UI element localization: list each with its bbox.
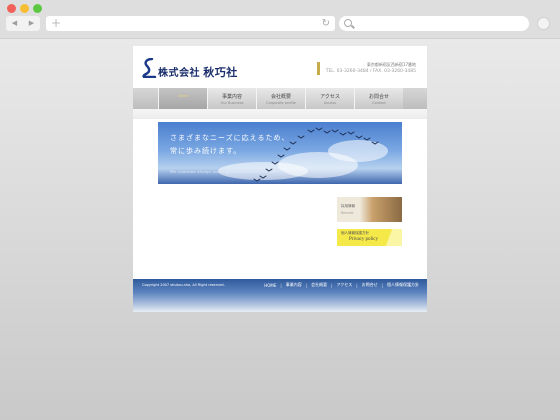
footer-link-business[interactable]: 事業内容 bbox=[286, 282, 302, 288]
search-field[interactable] bbox=[339, 16, 529, 31]
footer-separator: | bbox=[305, 282, 308, 288]
extension-icon[interactable] bbox=[537, 17, 550, 30]
company-name[interactable]: 株式会社 秋巧社 bbox=[158, 64, 238, 80]
new-tab-icon[interactable]: + bbox=[51, 16, 61, 31]
hero-tagline-en: We continue always walking it to meet va… bbox=[170, 169, 283, 174]
recruit-banner-en: Recruit bbox=[341, 211, 354, 215]
footer-nav: HOME | 事業内容 | 会社概要 | アクセス | お問合せ | 個人情報保… bbox=[264, 282, 419, 288]
nav-edge-right bbox=[403, 88, 427, 109]
nav-label-en: Home bbox=[177, 94, 189, 98]
hero-headline-2: 常に歩み続けます。 bbox=[170, 147, 242, 155]
company-tel-fax: TEL. 03-3260-3484 / FAX. 03-3260-3485 bbox=[325, 69, 416, 74]
web-page: 株式会社 秋巧社 東京都新宿区西新宿17番地 TEL. 03-3260-3484… bbox=[133, 46, 427, 312]
privacy-banner-title: 個人情報保護方針 bbox=[341, 231, 369, 235]
nav-item-access[interactable]: アクセス Access bbox=[305, 88, 354, 109]
search-icon bbox=[344, 19, 352, 27]
address-bar[interactable]: + ↻ bbox=[46, 16, 335, 31]
nav-label-ja: アクセス bbox=[320, 94, 340, 100]
nav-item-home[interactable]: Home bbox=[158, 88, 207, 109]
browser-toolbar: ◀ ▶ + ↻ bbox=[0, 0, 560, 39]
global-nav: Home 事業内容 Our Business 会社概要 Corporate pr… bbox=[133, 88, 427, 109]
nav-label-en: Access bbox=[324, 101, 336, 105]
forward-icon[interactable]: ▶ bbox=[23, 16, 40, 31]
nav-item-business[interactable]: 事業内容 Our Business bbox=[207, 88, 256, 109]
history-buttons: ◀ ▶ bbox=[6, 16, 40, 31]
footer-link-home[interactable]: HOME bbox=[264, 283, 276, 288]
nav-label-en: Corporate profile bbox=[266, 101, 296, 105]
nav-label-en: Our Business bbox=[220, 101, 244, 105]
back-icon[interactable]: ◀ bbox=[6, 16, 23, 31]
footer: Copyright 2007 shukou-sha, All Right res… bbox=[133, 279, 427, 312]
nav-label-ja: 会社概要 bbox=[270, 94, 291, 100]
nav-label-ja: お問合せ bbox=[368, 94, 389, 100]
nav-item-profile[interactable]: 会社概要 Corporate profile bbox=[256, 88, 305, 109]
sub-bar bbox=[133, 109, 427, 119]
privacy-policy-banner[interactable]: 個人情報保護方針 Privacy policy bbox=[337, 229, 402, 246]
hero-headline-1: さまざまなニーズに応えるため、 bbox=[170, 134, 290, 142]
footer-separator: | bbox=[381, 282, 383, 288]
reload-icon[interactable]: ↻ bbox=[322, 16, 330, 31]
privacy-banner-en: Privacy policy bbox=[349, 237, 379, 242]
footer-separator: | bbox=[331, 282, 333, 288]
recruit-banner-title: 採用情報 bbox=[341, 204, 355, 208]
company-name-label: 秋巧社 bbox=[203, 67, 238, 79]
footer-link-access[interactable]: アクセス bbox=[336, 282, 352, 288]
footer-link-contact[interactable]: お問合せ bbox=[362, 282, 378, 288]
hero-banner: さまざまなニーズに応えるため、 常に歩み続けます。 We continue al… bbox=[158, 122, 402, 184]
footer-link-profile[interactable]: 会社概要 bbox=[311, 282, 327, 288]
header-accent-bar bbox=[317, 62, 320, 75]
nav-item-contact[interactable]: お問合せ Contact bbox=[354, 88, 403, 109]
company-logo-icon[interactable] bbox=[141, 58, 157, 78]
recruit-banner[interactable]: 採用情報 Recruit bbox=[337, 197, 402, 222]
copyright-text: Copyright 2007 shukou-sha, All Right res… bbox=[142, 283, 225, 287]
nav-label-en: Contact bbox=[372, 101, 386, 105]
company-type-label: 株式会社 bbox=[158, 68, 200, 79]
company-address: 東京都新宿区西新宿17番地 bbox=[366, 62, 416, 67]
zoom-window-button[interactable] bbox=[33, 4, 42, 13]
nav-label-ja: 事業内容 bbox=[221, 94, 242, 100]
nav-edge-left bbox=[133, 88, 158, 109]
footer-separator: | bbox=[280, 282, 282, 288]
close-window-button[interactable] bbox=[7, 4, 16, 13]
footer-separator: | bbox=[356, 282, 358, 288]
footer-link-privacy[interactable]: 個人情報保護方針 bbox=[387, 282, 419, 288]
banner-stripe bbox=[385, 229, 402, 246]
minimize-window-button[interactable] bbox=[20, 4, 29, 13]
